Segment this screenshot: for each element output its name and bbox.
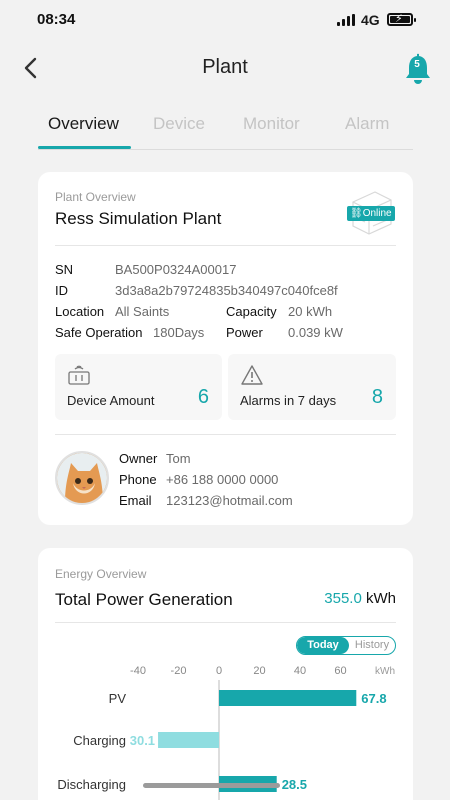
plant-overview-label: Plant Overview	[55, 190, 136, 204]
x-tick-label: 20	[253, 665, 265, 677]
sn-value: BA500P0324A00017	[115, 262, 237, 277]
energy-overview-card: Energy Overview Total Power Generation 3…	[38, 548, 413, 800]
network-type: 4G	[361, 12, 380, 28]
total-generation-unit: kWh	[366, 590, 396, 607]
phone-value: +86 188 0000 0000	[166, 472, 279, 487]
location-label: Location	[55, 304, 105, 319]
status-time: 08:34	[37, 11, 76, 28]
active-tab-indicator	[38, 146, 131, 149]
category-label: Charging	[73, 733, 126, 748]
notification-button[interactable]: 5	[402, 52, 434, 86]
scroll-indicator	[143, 783, 280, 788]
value-label: 67.8	[361, 691, 386, 706]
divider	[55, 434, 396, 435]
email-value: 123123@hotmail.com	[166, 493, 293, 508]
phone-label: Phone	[119, 472, 157, 487]
tab-device[interactable]: Device	[153, 114, 205, 134]
total-generation-value: 355.0 kWh	[324, 590, 396, 607]
power-value: 0.039 kW	[288, 325, 343, 340]
device-amount-label: Device Amount	[67, 393, 155, 408]
bar-charging	[158, 732, 219, 748]
location-value: All Saints	[115, 304, 170, 319]
toggle-history-button[interactable]: History	[349, 637, 395, 654]
cat-avatar-image	[57, 453, 107, 503]
id-value: 3d3a8a2b79724835b340497c040fce8f	[115, 283, 338, 298]
status-text: Online	[362, 208, 392, 219]
tab-overview[interactable]: Overview	[48, 114, 119, 134]
safe-operation-value: 180Days	[153, 325, 205, 340]
toggle-today-button[interactable]: Today	[297, 637, 349, 654]
energy-overview-label: Energy Overview	[55, 567, 147, 581]
notification-count: 5	[414, 59, 420, 70]
tab-bar: Overview Device Monitor Alarm	[38, 112, 413, 150]
category-label: PV	[109, 691, 127, 706]
x-tick-label: -40	[130, 665, 146, 677]
x-tick-label: -20	[171, 665, 187, 677]
x-unit-label: kWh	[375, 666, 395, 677]
nav-bar: Plant 5	[0, 44, 450, 94]
status-bar: 08:34 4G ⚡	[0, 0, 450, 40]
value-label: 28.5	[282, 777, 307, 792]
safe-operation-label: Safe Operation	[55, 325, 143, 340]
category-label: Discharging	[57, 777, 126, 792]
alarms-value: 8	[371, 386, 383, 408]
x-tick-label: 0	[216, 665, 222, 677]
x-tick-label: 60	[334, 665, 346, 677]
device-icon	[68, 365, 90, 385]
period-toggle: Today History	[296, 636, 396, 655]
bar-pv	[219, 690, 357, 706]
divider	[55, 622, 396, 623]
sn-label: SN	[55, 262, 74, 277]
online-status: ⛓Online	[345, 188, 395, 236]
alarms-label: Alarms in 7 days	[240, 393, 337, 408]
value-label: 30.1	[130, 733, 155, 748]
capacity-label: Capacity	[226, 304, 277, 319]
tab-alarm[interactable]: Alarm	[345, 114, 389, 134]
signal-icon	[337, 14, 355, 26]
plant-name: Ress Simulation Plant	[55, 209, 222, 228]
energy-title: Total Power Generation	[55, 590, 233, 609]
owner-value: Tom	[166, 451, 191, 466]
total-generation-number: 355.0	[324, 590, 362, 607]
page-title: Plant	[202, 56, 248, 78]
x-tick-label: 40	[294, 665, 306, 677]
divider	[55, 245, 396, 246]
battery-icon: ⚡	[387, 13, 416, 26]
id-label: ID	[55, 283, 68, 298]
energy-bar-chart: -40 -20 0 20 40 60 kWh PV 67.8 Charging 30.1 Discha…	[57, 665, 395, 800]
owner-label: Owner	[119, 451, 158, 466]
warning-icon	[241, 365, 263, 385]
owner-avatar	[55, 451, 109, 505]
tab-monitor[interactable]: Monitor	[243, 114, 300, 134]
link-icon: ⛓	[350, 208, 363, 219]
power-label: Power	[226, 325, 263, 340]
device-amount-box[interactable]: Device Amount 6	[55, 354, 222, 420]
online-badge: ⛓Online	[347, 206, 395, 221]
device-amount-value: 6	[197, 386, 209, 408]
alarms-box[interactable]: Alarms in 7 days 8	[228, 354, 396, 420]
capacity-value: 20 kWh	[288, 304, 333, 319]
email-label: Email	[119, 493, 152, 508]
plant-overview-card: Plant Overview Ress Simulation Plant ⛓On…	[38, 172, 413, 525]
